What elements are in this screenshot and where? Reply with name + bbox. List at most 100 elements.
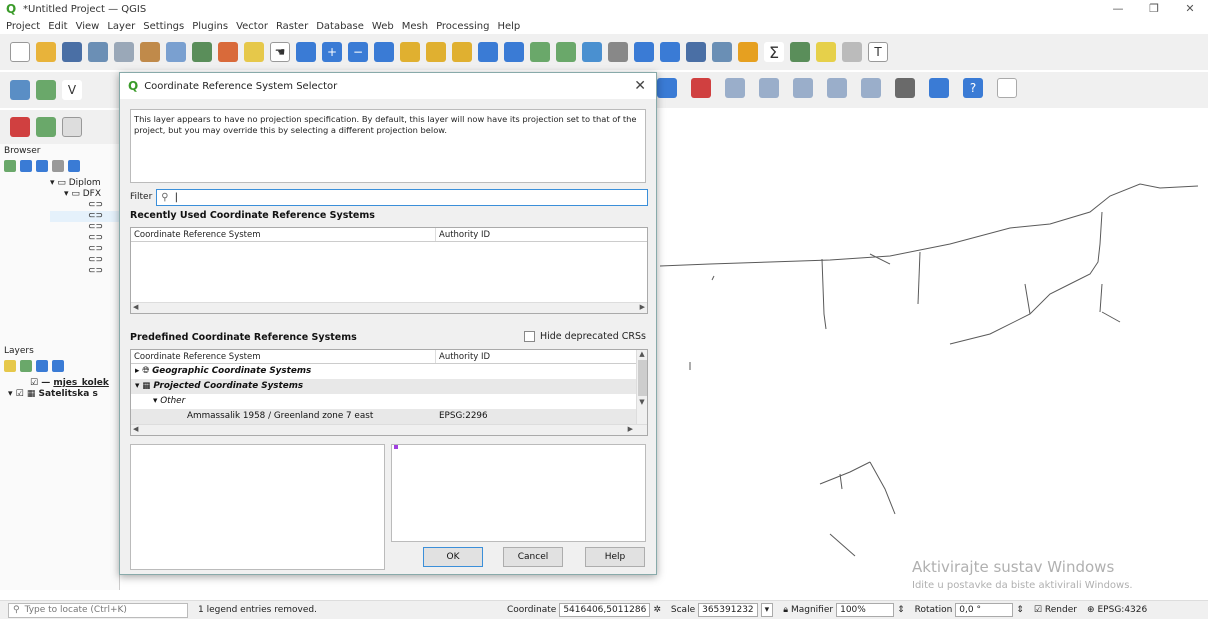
menu-layer[interactable]: Layer [107, 21, 135, 32]
tree-row-geographic[interactable]: ▸ 🌐︎ Geographic Coordinate Systems [131, 364, 636, 379]
measure-icon[interactable] [790, 42, 810, 62]
identify-features-icon[interactable] [660, 42, 680, 62]
visibility-icon[interactable] [36, 360, 48, 372]
attribute-table-icon[interactable] [686, 42, 706, 62]
scroll-thumb[interactable] [637, 360, 647, 396]
collapse-arrow-icon[interactable]: ▾ [135, 381, 139, 391]
hide-deprecated-checkbox[interactable]: Hide deprecated CRSs [523, 331, 646, 342]
zoom-next-icon[interactable] [504, 42, 524, 62]
lock-icon[interactable]: 🔒︎ [783, 605, 788, 615]
minimize-button[interactable]: — [1100, 0, 1136, 18]
scroll-right-icon[interactable]: ▶ [628, 425, 633, 433]
menu-processing[interactable]: Processing [436, 21, 489, 32]
rotation-stepper-icon[interactable]: ⇕ [1016, 605, 1024, 615]
scale-field[interactable]: 365391232 [698, 603, 758, 617]
scroll-left-icon[interactable]: ◀ [133, 303, 138, 311]
filter-legend-icon[interactable] [52, 360, 64, 372]
layout-manager-icon[interactable] [114, 42, 134, 62]
tree-item-layer[interactable]: ⊂⊃ [50, 200, 119, 211]
add-layer-icon[interactable] [4, 160, 16, 172]
style-layer-icon[interactable] [4, 360, 16, 372]
recent-crs-table[interactable]: Coordinate Reference System Authority ID… [130, 227, 648, 314]
zoom-out-icon[interactable]: − [348, 42, 368, 62]
menu-view[interactable]: View [76, 21, 100, 32]
predefined-crs-table[interactable]: Coordinate Reference System Authority ID… [130, 349, 648, 436]
select-features-icon[interactable] [166, 42, 186, 62]
locator-search[interactable]: ⚲ Type to locate (Ctrl+K) [8, 602, 188, 618]
plugin-icon[interactable] [895, 78, 915, 98]
map-tips-icon[interactable] [816, 42, 836, 62]
processing-toolbox-icon[interactable] [738, 42, 758, 62]
move-label-icon[interactable] [793, 78, 813, 98]
zoom-full-icon[interactable] [374, 42, 394, 62]
zoom-layer-icon[interactable] [426, 42, 446, 62]
new-print-layout-icon[interactable] [88, 42, 108, 62]
rotate-label-icon[interactable] [827, 78, 847, 98]
magnifier-field[interactable]: 100% [836, 603, 895, 617]
info-icon[interactable] [68, 160, 80, 172]
predefined-vscrollbar[interactable]: ▲ ▼ [636, 350, 647, 425]
scroll-right-icon[interactable]: ▶ [640, 303, 645, 311]
menu-database[interactable]: Database [316, 21, 364, 32]
render-toggle[interactable]: ☑ Render [1034, 605, 1077, 615]
column-header-authority[interactable]: Authority ID [436, 350, 647, 363]
new-3d-view-icon[interactable] [556, 42, 576, 62]
menu-help[interactable]: Help [497, 21, 520, 32]
menu-settings[interactable]: Settings [143, 21, 184, 32]
new-map-view-icon[interactable] [530, 42, 550, 62]
menu-plugins[interactable]: Plugins [192, 21, 228, 32]
locator-icon[interactable] [842, 42, 862, 62]
menu-raster[interactable]: Raster [276, 21, 308, 32]
show-hide-label-icon[interactable] [759, 78, 779, 98]
statistics-sigma-icon[interactable]: Σ [764, 42, 784, 62]
bookmark-icon[interactable] [582, 42, 602, 62]
layer-item-satelitska[interactable]: ▾ ☑ ▦ Satelitska s [0, 389, 120, 400]
zoom-in-icon[interactable]: + [322, 42, 342, 62]
tree-row-other[interactable]: ▾ Other [131, 394, 636, 409]
menu-web[interactable]: Web [372, 21, 394, 32]
digitize-icon[interactable] [36, 117, 56, 137]
tree-item-layer[interactable]: ⊂⊃ [50, 255, 119, 266]
scale-dropdown-icon[interactable]: ▾ [760, 603, 774, 617]
zoom-last-icon[interactable] [478, 42, 498, 62]
tree-item-layer[interactable]: ⊂⊃ [50, 211, 119, 222]
refresh-icon[interactable] [634, 42, 654, 62]
menu-project[interactable]: Project [6, 21, 40, 32]
menu-vector[interactable]: Vector [236, 21, 268, 32]
identify-icon[interactable] [192, 42, 212, 62]
pan-hand-icon[interactable]: ☚ [270, 42, 290, 62]
close-window-button[interactable]: ✕ [1172, 0, 1208, 18]
python-console-icon[interactable] [929, 78, 949, 98]
data-source-manager-icon[interactable] [10, 80, 30, 100]
coordinate-field[interactable]: 5416406,5011286 [559, 603, 651, 617]
toggle-extents-icon[interactable]: ✲ [653, 605, 661, 615]
tree-row-projected[interactable]: ▾ ▦ Projected Coordinate Systems [131, 379, 636, 394]
magnifier-stepper-icon[interactable]: ⇕ [897, 605, 905, 615]
pan-to-selection-icon[interactable] [296, 42, 316, 62]
scroll-up-icon[interactable]: ▲ [637, 350, 647, 358]
scroll-left-icon[interactable]: ◀ [133, 425, 138, 433]
open-project-icon[interactable] [36, 42, 56, 62]
checkbox-checked-icon[interactable]: ☑ [1034, 605, 1042, 615]
new-project-icon[interactable] [10, 42, 30, 62]
save-project-icon[interactable] [62, 42, 82, 62]
collapse-icon[interactable] [52, 160, 64, 172]
column-header-authority[interactable]: Authority ID [436, 228, 647, 241]
change-label-icon[interactable] [861, 78, 881, 98]
magnet-snapping-icon[interactable] [10, 117, 30, 137]
ok-button[interactable]: OK [423, 547, 483, 567]
scroll-down-icon[interactable]: ▼ [637, 398, 647, 406]
tree-row-crs[interactable]: Ammassalik 1958 / Greenland zone 7 east … [131, 409, 636, 424]
tree-item-layer[interactable]: ⊂⊃ [50, 222, 119, 233]
style-manager-icon[interactable] [140, 42, 160, 62]
column-header-crs[interactable]: Coordinate Reference System [131, 228, 436, 241]
field-calculator-icon[interactable] [712, 42, 732, 62]
expand-arrow-icon[interactable]: ▸ [135, 366, 139, 376]
checkbox-unchecked-icon[interactable] [523, 331, 535, 342]
new-layer-icon[interactable] [36, 80, 56, 100]
tree-item-layer[interactable]: ⊂⊃ [50, 233, 119, 244]
temporal-controller-icon[interactable] [608, 42, 628, 62]
zoom-selection-icon[interactable] [400, 42, 420, 62]
crs-status[interactable]: ⊕ EPSG:4326 [1087, 605, 1147, 615]
select-by-value-icon[interactable] [244, 42, 264, 62]
